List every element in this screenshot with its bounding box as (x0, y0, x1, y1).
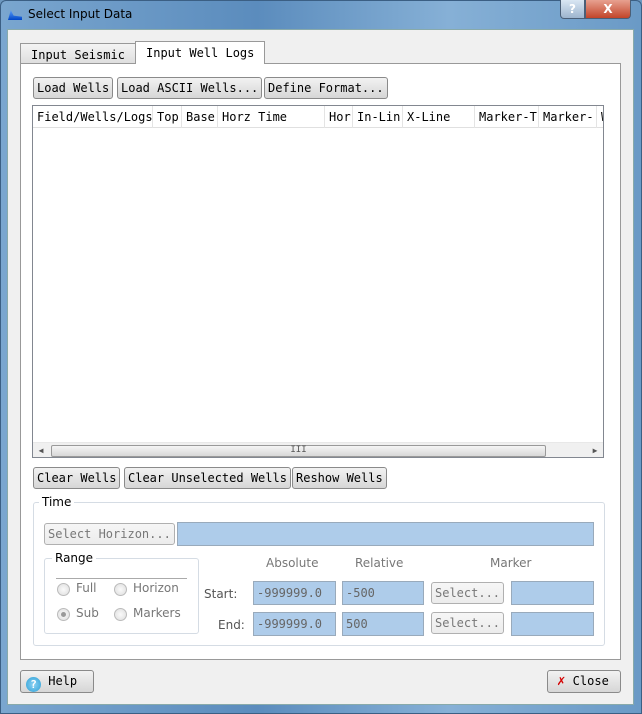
end-relative-field[interactable]: 500 (342, 612, 424, 636)
marker-header: Marker (490, 556, 532, 570)
load-wells-button[interactable]: Load Wells (33, 77, 114, 99)
scroll-thumb[interactable]: III (51, 445, 546, 457)
help-button[interactable]: ? Help (20, 670, 94, 693)
scroll-right-icon[interactable]: ▶ (587, 444, 603, 457)
absolute-header: Absolute (266, 556, 319, 570)
column-header[interactable]: Marker-T (475, 106, 539, 128)
clear-wells-button[interactable]: Clear Wells (33, 467, 121, 489)
end-marker-select-button[interactable]: Select... (431, 612, 504, 634)
close-label: Close (572, 674, 609, 688)
define-format-button[interactable]: Define Format... (264, 77, 388, 99)
radio-sub-label: Sub (76, 606, 99, 620)
title-close-button[interactable]: X (585, 0, 631, 19)
wells-table[interactable]: Field/Wells/Logs Top Base Horz Time Hor … (32, 105, 604, 458)
range-divider (56, 578, 187, 579)
column-header[interactable]: Base (182, 106, 218, 128)
range-group (44, 558, 199, 634)
horizontal-scrollbar[interactable]: ◀ III ▶ (33, 442, 603, 457)
tab-input-seismic[interactable]: Input Seismic (20, 43, 136, 65)
start-label: Start: (204, 587, 238, 601)
window-title: Select Input Data (28, 7, 133, 21)
radio-horizon[interactable] (114, 583, 127, 596)
radio-full-label: Full (76, 581, 97, 595)
clear-unselected-wells-button[interactable]: Clear Unselected Wells (124, 467, 291, 489)
start-marker-select-button[interactable]: Select... (431, 582, 504, 604)
radio-horizon-label: Horizon (133, 581, 179, 595)
column-header[interactable]: Horz Time (218, 106, 325, 128)
end-absolute-field[interactable]: -999999.0 (253, 612, 336, 636)
start-marker-field[interactable] (511, 581, 594, 605)
help-icon: ? (26, 677, 41, 692)
column-header[interactable]: Top (153, 106, 182, 128)
select-horizon-button[interactable]: Select Horizon... (44, 523, 175, 545)
radio-markers[interactable] (114, 608, 127, 621)
help-label: Help (48, 674, 78, 688)
end-marker-field[interactable] (511, 612, 594, 636)
relative-header: Relative (355, 556, 404, 570)
range-group-title: Range (52, 551, 97, 565)
radio-sub[interactable] (57, 608, 70, 621)
title-help-button[interactable]: ? (560, 0, 585, 19)
column-header[interactable]: Hor (325, 106, 353, 128)
close-button[interactable]: ✗ Close (547, 670, 621, 693)
table-header: Field/Wells/Logs Top Base Horz Time Hor … (33, 106, 603, 128)
close-icon: ✗ (557, 673, 566, 689)
horizon-field[interactable] (177, 522, 594, 546)
column-header[interactable]: Marker- (539, 106, 597, 128)
scroll-left-icon[interactable]: ◀ (33, 444, 49, 457)
load-ascii-wells-button[interactable]: Load ASCII Wells... (117, 77, 263, 99)
end-label: End: (218, 618, 245, 632)
column-header[interactable]: Field/Wells/Logs (33, 106, 153, 128)
radio-full[interactable] (57, 583, 70, 596)
column-header[interactable]: W (597, 106, 603, 128)
column-header[interactable]: In-Lin (353, 106, 403, 128)
start-absolute-field[interactable]: -999999.0 (253, 581, 336, 605)
start-relative-field[interactable]: -500 (342, 581, 424, 605)
tab-input-well-logs[interactable]: Input Well Logs (135, 41, 266, 64)
radio-markers-label: Markers (133, 606, 181, 620)
column-header[interactable]: X-Line (403, 106, 475, 128)
time-group-title: Time (39, 495, 75, 509)
reshow-wells-button[interactable]: Reshow Wells (292, 467, 387, 489)
